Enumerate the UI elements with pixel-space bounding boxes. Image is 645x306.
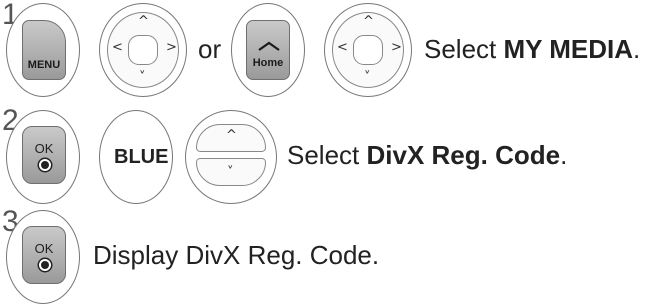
step-1-instruction: Select MY MEDIA. xyxy=(424,34,640,65)
blue-button[interactable]: BLUE xyxy=(114,146,168,169)
chevron-down-icon: ˅ xyxy=(227,165,234,180)
nav-pad-2[interactable]: ^ ˅ < > xyxy=(332,12,404,88)
chevron-down-icon[interactable]: ˅ xyxy=(364,71,371,84)
chevron-down-icon[interactable]: ˅ xyxy=(139,71,146,84)
home-button-label: Home xyxy=(252,57,284,69)
chevron-left-icon[interactable]: < xyxy=(112,41,123,54)
nav-pad-1-center[interactable] xyxy=(128,35,158,65)
chevron-up-icon: ^ xyxy=(226,128,237,143)
step-2-instruction-suffix: . xyxy=(560,140,568,170)
step-2-instruction-bold: DivX Reg. Code xyxy=(366,140,561,170)
step-2-instruction: Select DivX Reg. Code. xyxy=(287,140,567,171)
or-text: or xyxy=(198,34,222,64)
chevron-up-icon[interactable]: ^ xyxy=(138,15,149,28)
menu-button-label: MENU xyxy=(27,59,61,71)
chevron-right-icon[interactable]: > xyxy=(166,41,177,54)
chevron-left-icon[interactable]: < xyxy=(337,41,348,54)
ok-button-label: OK xyxy=(34,141,54,156)
page-down-button[interactable]: ˅ xyxy=(196,158,266,186)
step-1-instruction-prefix: Select xyxy=(424,34,504,64)
dot-icon xyxy=(39,159,51,171)
ok-button[interactable]: OK xyxy=(22,126,66,184)
page-up-button[interactable]: ^ xyxy=(196,124,266,152)
dot-icon xyxy=(39,259,51,271)
step-1-instruction-bold: MY MEDIA xyxy=(503,34,634,64)
chevron-up-icon[interactable]: ^ xyxy=(363,15,374,28)
home-icon xyxy=(258,41,280,51)
ok-button-3[interactable]: OK xyxy=(22,226,66,284)
nav-pad-2-center[interactable] xyxy=(353,35,383,65)
ok-button-3-label: OK xyxy=(34,241,54,256)
home-button[interactable]: Home xyxy=(246,20,290,80)
menu-button[interactable]: MENU xyxy=(22,20,66,80)
nav-pad-1[interactable]: ^ ˅ < > xyxy=(107,12,179,88)
step-2-instruction-prefix: Select xyxy=(287,140,367,170)
step-1-instruction-suffix: . xyxy=(633,34,641,64)
step-3-instruction: Display DivX Reg. Code. xyxy=(93,240,380,270)
chevron-right-icon[interactable]: > xyxy=(391,41,402,54)
